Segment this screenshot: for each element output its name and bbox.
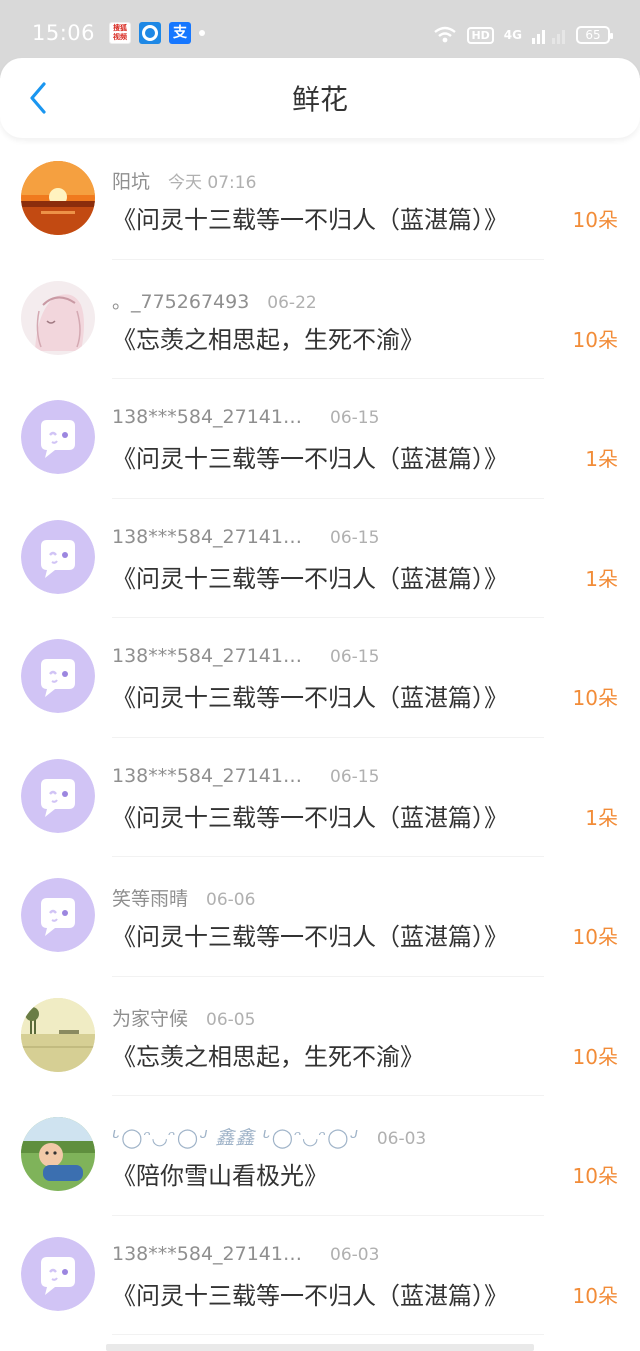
work-title[interactable]: 《忘羡之相思起，生死不渝》: [112, 320, 424, 355]
record-meta: 138***584_27141… 06-15: [112, 765, 379, 787]
app-notification-icon: [139, 22, 162, 44]
default-avatar[interactable]: [21, 878, 95, 952]
timestamp: 06-15: [330, 527, 380, 548]
timestamp: 06-15: [330, 408, 380, 428]
work-title[interactable]: 《问灵十三载等一不归人（蓝湛篇）》: [112, 559, 508, 594]
chevron-left-icon: [30, 82, 46, 114]
signal-icon: [532, 30, 565, 44]
avatar[interactable]: [21, 161, 95, 235]
avatar[interactable]: [21, 280, 95, 355]
timestamp: 06-15: [330, 647, 380, 667]
timestamp: 06-03: [330, 1244, 380, 1265]
username[interactable]: 138***584_27141…: [112, 1243, 312, 1265]
flower-count: 10朵: [572, 1164, 618, 1188]
list-item[interactable]: 138***584_27141… 06-15 《问灵十三载等一不归人（蓝湛篇）》…: [0, 379, 640, 499]
record-meta: 138***584_27141… 06-15: [112, 406, 379, 428]
more-notifications-dot-icon: [199, 30, 206, 36]
flower-count: 1朵: [585, 447, 618, 471]
flower-count: 10朵: [572, 1044, 618, 1069]
record-meta: ᒡ◯ᵔ◡ᵔ◯ᒢ 鑫鑫 ᒡ◯ᵔ◡ᵔ◯ᒢ 06-03: [112, 1123, 426, 1150]
username[interactable]: ᒡ◯ᵔ◡ᵔ◯ᒢ 鑫鑫 ᒡ◯ᵔ◡ᵔ◯ᒢ: [112, 1123, 359, 1150]
alipay-app-icon: 支: [169, 22, 192, 44]
timestamp: 06-22: [267, 292, 317, 313]
work-title[interactable]: 《问灵十三载等一不归人（蓝湛篇）》: [112, 200, 508, 235]
list-item[interactable]: 138***584_27141… 06-03 《问灵十三载等一不归人（蓝湛篇）》…: [0, 1216, 640, 1336]
flower-count: 1朵: [585, 566, 618, 591]
flower-count: 10朵: [572, 1283, 618, 1308]
list-item[interactable]: 笑等雨晴 06-06 《问灵十三载等一不归人（蓝湛篇）》 10朵: [0, 857, 640, 977]
network-type-label: 4G: [503, 28, 522, 42]
avatar[interactable]: [21, 1117, 95, 1191]
record-meta: 138***584_27141… 06-03: [112, 1243, 379, 1265]
status-time: 15:06: [32, 21, 96, 45]
default-avatar[interactable]: [21, 519, 95, 594]
default-avatar[interactable]: [21, 758, 95, 833]
work-title[interactable]: 《忘羡之相思起，生死不渝》: [112, 1037, 424, 1072]
battery-icon: 65: [576, 26, 613, 44]
status-indicators: HD 4G 65: [433, 26, 613, 44]
back-button[interactable]: [18, 78, 58, 118]
timestamp: 06-03: [376, 1129, 427, 1149]
username[interactable]: 阳坑: [112, 167, 150, 194]
page-title: 鲜花: [291, 83, 348, 116]
list-item[interactable]: 。_775267493 06-22 《忘羡之相思起，生死不渝》 10朵: [0, 260, 640, 380]
list-item[interactable]: 138***584_27141… 06-15 《问灵十三载等一不归人（蓝湛篇）》…: [0, 618, 640, 738]
timestamp: 06-06: [206, 890, 256, 910]
record-meta: 138***584_27141… 06-15: [112, 645, 379, 667]
list-bottom-edge: [106, 1344, 534, 1351]
default-avatar[interactable]: [21, 400, 95, 474]
record-meta: 为家守候 06-05: [112, 1004, 255, 1031]
username[interactable]: 为家守候: [112, 1004, 188, 1031]
flower-count: 10朵: [572, 327, 618, 352]
flower-count: 10朵: [572, 208, 618, 232]
sohu-video-app-icon: 搜狐视频: [109, 22, 132, 44]
flower-count: 1朵: [585, 805, 618, 830]
username[interactable]: 138***584_27141…: [112, 526, 312, 548]
record-meta: 138***584_27141… 06-15: [112, 526, 379, 548]
list-item[interactable]: 138***584_27141… 06-15 《问灵十三载等一不归人（蓝湛篇）》…: [0, 499, 640, 619]
title-bar: 鲜花: [0, 58, 640, 138]
work-title[interactable]: 《问灵十三载等一不归人（蓝湛篇）》: [112, 798, 508, 833]
hd-voice-icon: HD: [467, 26, 494, 44]
list-item[interactable]: 为家守候 06-05 《忘羡之相思起，生死不渝》 10朵: [0, 977, 640, 1097]
record-meta: 。_775267493 06-22: [112, 287, 317, 314]
flower-count: 10朵: [572, 925, 618, 949]
record-meta: 阳坑 今天 07:16: [112, 167, 256, 194]
avatar[interactable]: [21, 997, 95, 1072]
username[interactable]: 138***584_27141…: [112, 645, 312, 667]
list-item[interactable]: 138***584_27141… 06-15 《问灵十三载等一不归人（蓝湛篇）》…: [0, 738, 640, 858]
flower-record-list: 阳坑 今天 07:16 《问灵十三载等一不归人（蓝湛篇）》 10朵 。_7752…: [0, 140, 640, 1335]
timestamp: 06-05: [206, 1009, 256, 1030]
status-app-icons: 搜狐视频 支: [109, 22, 206, 44]
timestamp: 今天 07:16: [168, 173, 257, 193]
username[interactable]: 笑等雨晴: [112, 884, 188, 911]
default-avatar[interactable]: [21, 639, 95, 713]
username[interactable]: 。_775267493: [112, 287, 249, 314]
work-title[interactable]: 《问灵十三载等一不归人（蓝湛篇）》: [112, 439, 508, 474]
wifi-icon: [434, 26, 457, 43]
work-title[interactable]: 《问灵十三载等一不归人（蓝湛篇）》: [112, 1276, 508, 1311]
work-title[interactable]: 《问灵十三载等一不归人（蓝湛篇）》: [112, 917, 508, 952]
record-meta: 笑等雨晴 06-06: [112, 884, 255, 911]
work-title[interactable]: 《问灵十三载等一不归人（蓝湛篇）》: [112, 678, 508, 713]
flower-count: 10朵: [572, 686, 618, 710]
username[interactable]: 138***584_27141…: [112, 406, 312, 428]
default-avatar[interactable]: [21, 1236, 95, 1311]
list-item[interactable]: 阳坑 今天 07:16 《问灵十三载等一不归人（蓝湛篇）》 10朵: [0, 140, 640, 260]
timestamp: 06-15: [330, 766, 380, 787]
work-title[interactable]: 《陪你雪山看极光》: [112, 1156, 328, 1191]
username[interactable]: 138***584_27141…: [112, 765, 312, 787]
list-item[interactable]: ᒡ◯ᵔ◡ᵔ◯ᒢ 鑫鑫 ᒡ◯ᵔ◡ᵔ◯ᒢ 06-03 《陪你雪山看极光》 10朵: [0, 1096, 640, 1216]
